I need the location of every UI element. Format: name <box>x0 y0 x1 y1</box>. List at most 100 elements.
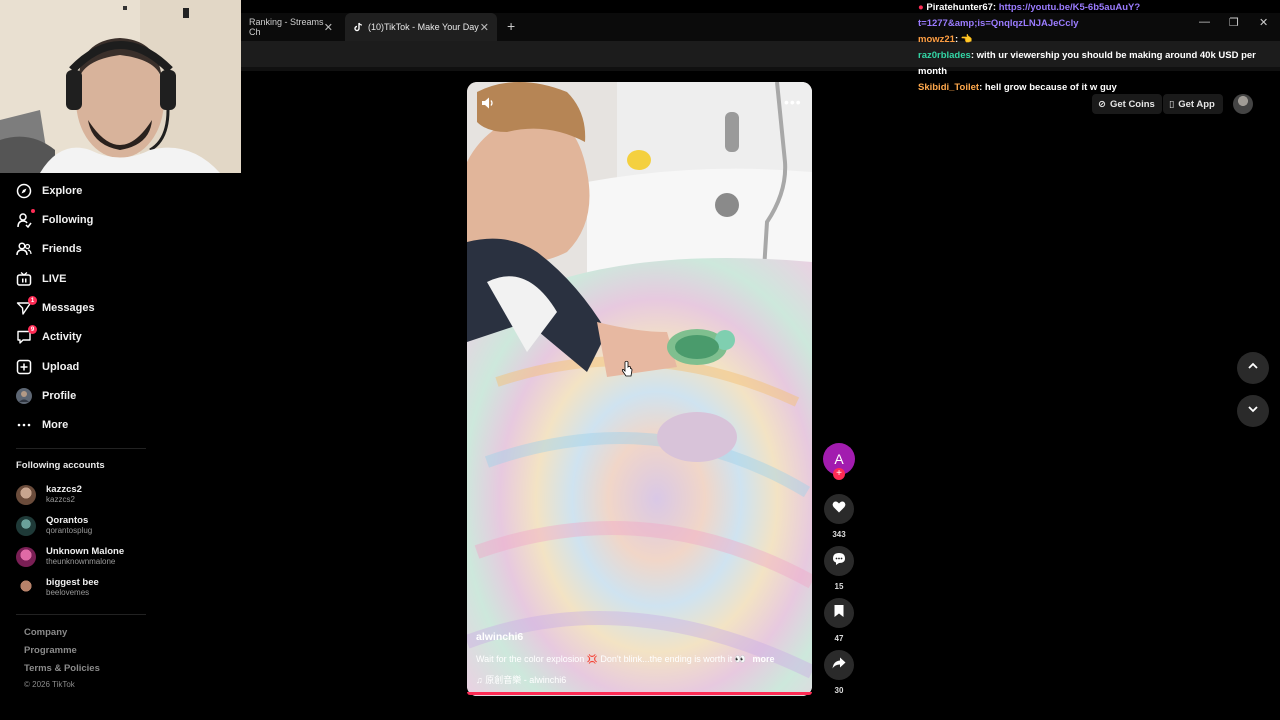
account-handle: theunknownmalone <box>46 557 116 566</box>
sidebar-item-live[interactable]: LIVE <box>16 267 156 291</box>
share-button[interactable] <box>824 650 854 680</box>
user-follow-icon <box>16 209 35 228</box>
live-icon <box>16 271 32 287</box>
share-count: 30 <box>834 686 844 695</box>
account-name: Unknown Malone <box>46 546 125 557</box>
sidebar-divider <box>16 614 146 615</box>
webcam-overlay <box>0 0 241 173</box>
video-options-icon[interactable]: ••• <box>784 94 802 110</box>
sidebar-item-label: Explore <box>42 185 83 197</box>
avatar <box>16 577 36 598</box>
sidebar-item-label: Activity <box>42 331 82 343</box>
compass-icon <box>16 183 32 199</box>
browser-tab-active[interactable]: (10)TikTok - Make Your Day ✕ <box>345 13 497 41</box>
sidebar-item-messages[interactable]: 1 Messages <box>16 296 156 320</box>
sidebar-item-label: Following <box>42 214 94 226</box>
sidebar-item-label: Profile <box>42 390 77 402</box>
get-coins-button[interactable]: ⊘ Get Coins <box>1092 94 1162 114</box>
sidebar-item-label: Friends <box>42 243 82 255</box>
avatar <box>16 546 36 567</box>
comment-icon <box>832 552 846 571</box>
video-frame <box>467 82 812 696</box>
send-icon: 1 <box>16 296 37 316</box>
tab-label: (10)TikTok - Make Your Day <box>368 22 479 32</box>
footer-link-company[interactable]: Company <box>24 627 67 638</box>
sidebar-item-label: More <box>42 419 69 431</box>
sidebar-item-explore[interactable]: Explore <box>16 179 156 203</box>
chat-username: Skibidi_Toilet <box>918 82 980 93</box>
account-name: biggest bee <box>46 577 99 588</box>
sidebar-item-label: Messages <box>42 302 95 314</box>
sidebar-item-activity[interactable]: 9 Activity <box>16 325 156 349</box>
sidebar-item-friends[interactable]: Friends <box>16 237 156 261</box>
upload-icon <box>16 359 32 375</box>
footer-link-terms[interactable]: Terms & Policies <box>24 663 100 674</box>
account-item-biggest-bee[interactable]: biggest bee beelovemes <box>16 577 99 598</box>
close-window-icon[interactable]: ✕ <box>1259 16 1268 29</box>
heart-icon <box>832 500 846 519</box>
chat-username: mowz21 <box>918 34 955 45</box>
sidebar-item-upload[interactable]: Upload <box>16 355 156 379</box>
avatar <box>16 484 36 505</box>
chat-message: mowz21: 👈 <box>918 34 973 45</box>
next-video-button[interactable] <box>1237 395 1269 427</box>
profile-avatar-icon <box>16 388 32 404</box>
caption-text: Wait for the color explosion 💢 Don't bli… <box>476 654 746 664</box>
account-item-kazzcs2[interactable]: kazzcs2 kazzcs2 <box>16 484 82 505</box>
sidebar-item-more[interactable]: More <box>16 413 156 437</box>
account-handle: qorantosplug <box>46 526 93 535</box>
chat-text: 👈 <box>960 34 973 45</box>
comment-count: 15 <box>834 582 844 591</box>
previous-video-button[interactable] <box>1237 352 1269 384</box>
video-author-handle[interactable]: alwinchi6 <box>476 631 523 643</box>
chat-message: raz0rblades: with ur viewership you shou… <box>918 50 1256 77</box>
video-player[interactable] <box>467 82 812 696</box>
account-handle: kazzcs2 <box>46 495 75 504</box>
comment-button[interactable] <box>824 546 854 576</box>
share-icon <box>832 656 846 675</box>
caption-more-button[interactable]: more <box>752 654 774 664</box>
sidebar-item-label: LIVE <box>42 273 67 285</box>
video-sound[interactable]: ♫ 原創音樂 - alwinchi6 <box>476 673 566 686</box>
sidebar-item-following[interactable]: Following <box>16 208 156 232</box>
footer-link-programme[interactable]: Programme <box>24 645 77 656</box>
account-name: kazzcs2 <box>46 484 82 495</box>
new-tab-button[interactable]: + <box>507 18 515 34</box>
like-button[interactable] <box>824 494 854 524</box>
follow-plus-button[interactable]: + <box>833 468 845 480</box>
get-coins-label: Get Coins <box>1109 98 1155 110</box>
chevron-up-icon <box>1247 359 1259 377</box>
close-tab-icon[interactable]: ✕ <box>324 21 333 34</box>
video-caption: Wait for the color explosion 💢 Don't bli… <box>476 654 808 665</box>
avatar <box>16 515 36 536</box>
bookmark-icon <box>833 604 845 623</box>
video-progress-bar[interactable] <box>467 692 812 695</box>
like-count: 343 <box>832 530 846 539</box>
following-accounts-title: Following accounts <box>16 460 105 471</box>
chat-username: raz0rblades <box>918 50 971 61</box>
account-handle: beelovemes <box>46 588 90 597</box>
account-item-qorantos[interactable]: Qorantos qorantosplug <box>16 515 92 536</box>
activity-badge: 9 <box>28 325 37 334</box>
chat-text: hell grow because of it w guy <box>984 82 1117 93</box>
close-tab-icon[interactable]: ✕ <box>480 21 489 34</box>
chat-username: Piratehunter67 <box>926 2 993 13</box>
tab-label: Ranking - Streams Ch <box>249 17 324 37</box>
get-app-button[interactable]: ▯ Get App <box>1163 94 1223 114</box>
account-item-unknown-malone[interactable]: Unknown Malone theunknownmalone <box>16 546 124 567</box>
copyright-text: © 2026 TikTok <box>24 680 75 689</box>
activity-icon: 9 <box>16 325 37 345</box>
friends-icon <box>16 241 32 257</box>
volume-icon[interactable] <box>481 96 495 115</box>
chat-badge-icon: ● <box>918 2 924 13</box>
coin-icon: ⊘ <box>1098 98 1106 110</box>
chat-message: Skibidi_Toilet: hell grow because of it … <box>918 82 1117 93</box>
browser-tab[interactable]: Ranking - Streams Ch ✕ <box>241 13 341 41</box>
creator-initial: A <box>834 451 844 467</box>
mouse-cursor-icon <box>621 360 633 383</box>
sidebar-divider <box>16 448 146 449</box>
sidebar-item-profile[interactable]: Profile <box>16 384 156 408</box>
tiktok-icon <box>353 22 363 32</box>
save-button[interactable] <box>824 598 854 628</box>
user-avatar[interactable] <box>1233 94 1253 114</box>
